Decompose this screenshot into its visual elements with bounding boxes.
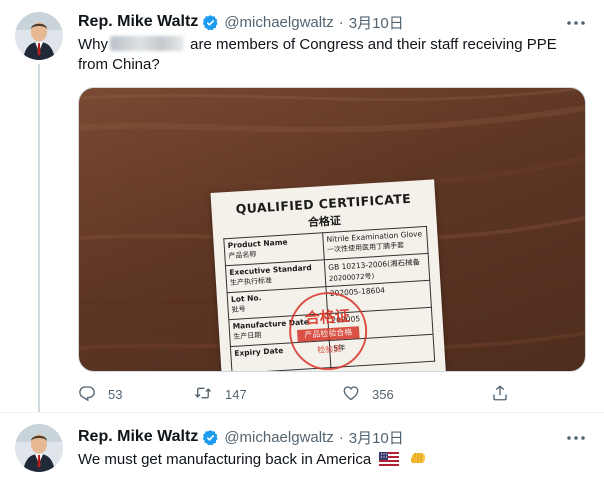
tweet-text-body: We must get manufacturing back in Americ… — [78, 451, 372, 468]
share-icon — [491, 384, 509, 405]
tweet-actions: 53 147 356 — [78, 383, 548, 405]
author-name[interactable]: Rep. Mike Waltz — [78, 13, 198, 31]
verified-badge-icon — [202, 14, 219, 31]
thread-connector-line — [38, 64, 40, 412]
tweet-header: Rep. Mike Waltz @michaelgwaltz · 3月10日 — [78, 12, 404, 32]
oncoming-fist-emoji — [410, 449, 428, 473]
retweet-button[interactable]: 147 — [193, 383, 247, 405]
retweet-icon — [193, 384, 213, 405]
stamp-text-bot: 检验员 — [317, 344, 342, 355]
row-label: Expiry Date — [234, 345, 284, 358]
author-handle[interactable]: @michaelgwaltz — [224, 429, 333, 446]
reply-button[interactable]: 53 — [78, 383, 122, 405]
heart-icon — [342, 384, 360, 405]
tweet-text: We must get manufacturing back in Americ… — [78, 449, 588, 473]
tweet-header: Rep. Mike Waltz @michaelgwaltz · 3月10日 — [78, 427, 404, 447]
separator-dot: · — [338, 428, 344, 446]
avatar[interactable] — [15, 424, 63, 472]
tweet-timestamp[interactable]: 3月10日 — [349, 12, 404, 33]
row-label: Lot No. — [230, 293, 262, 304]
more-horizontal-icon[interactable] — [566, 13, 586, 33]
us-flag-emoji — [379, 452, 400, 472]
like-button[interactable]: 356 — [342, 383, 394, 405]
tweet-photo[interactable]: QUALIFIED CERTIFICATE 合格证 Product Name 产品… — [78, 87, 586, 372]
tweet-timestamp[interactable]: 3月10日 — [349, 427, 404, 448]
separator-dot: · — [338, 13, 344, 31]
avatar[interactable] — [15, 12, 63, 60]
more-horizontal-icon[interactable] — [566, 428, 586, 448]
retweet-count: 147 — [225, 386, 247, 402]
tweet-text: Why are members of Congress and their st… — [78, 35, 588, 75]
tweet-text-start: Why — [78, 36, 108, 53]
tweet[interactable]: Rep. Mike Waltz @michaelgwaltz · 3月10日 W… — [0, 412, 604, 478]
tweet[interactable]: Rep. Mike Waltz @michaelgwaltz · 3月10日 W… — [0, 0, 604, 412]
reply-count: 53 — [108, 386, 123, 402]
redacted-word — [110, 36, 184, 51]
stamp-text-mid: 产品检验合格 — [297, 326, 360, 342]
share-button[interactable] — [491, 383, 509, 405]
author-name[interactable]: Rep. Mike Waltz — [78, 428, 198, 446]
qualified-certificate-card: QUALIFIED CERTIFICATE 合格证 Product Name 产品… — [210, 179, 448, 371]
like-count: 356 — [372, 386, 394, 402]
verified-badge-icon — [202, 429, 219, 446]
reply-icon — [78, 384, 96, 405]
author-handle[interactable]: @michaelgwaltz — [224, 14, 333, 31]
